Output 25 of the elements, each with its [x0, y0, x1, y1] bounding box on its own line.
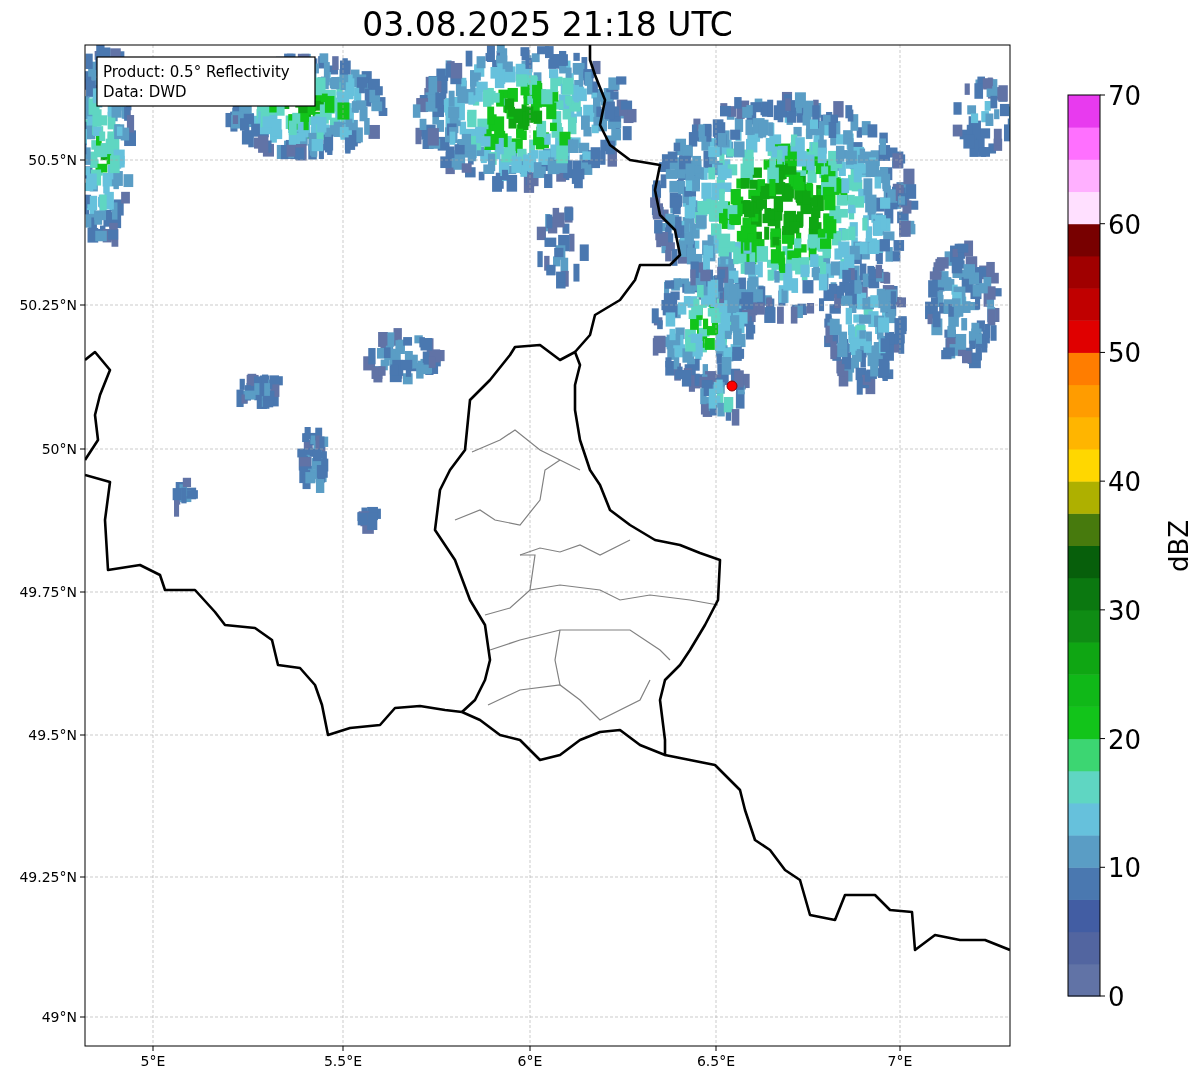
colorbar-tick-label: 20: [1108, 724, 1142, 755]
latitude-label: 49.75°N: [19, 584, 77, 600]
colorbar-tick-label: 40: [1108, 467, 1142, 498]
longitude-label: 6.5°E: [696, 1053, 736, 1069]
longitude-label: 6°E: [517, 1053, 543, 1069]
longitude-label: 5.5°E: [323, 1053, 363, 1069]
colorbar-tick-label: 10: [1108, 853, 1142, 884]
colorbar-tick-label: 50: [1108, 338, 1142, 369]
info-text: Data: DWD: [103, 83, 187, 101]
colorbar-title: dBZ: [1164, 519, 1194, 573]
colorbar-tick-label: 0: [1108, 982, 1125, 1012]
colorbar-tick-label: 30: [1108, 595, 1142, 626]
longitude-label: 5°E: [140, 1053, 166, 1069]
radar-site-marker: [726, 380, 738, 392]
latitude-label: 50.5°N: [28, 152, 77, 168]
chart-title: 03.08.2025 21:18 UTC: [362, 5, 733, 44]
latitude-label: 50.25°N: [19, 297, 77, 313]
colorbar-tick-label: 70: [1108, 81, 1142, 111]
info-text: Product: 0.5° Reflectivity: [103, 63, 290, 81]
colorbar-tick-label: 60: [1108, 209, 1142, 240]
latitude-label: 49.25°N: [19, 869, 77, 885]
latitude-label: 49.5°N: [28, 727, 77, 743]
latitude-label: 50°N: [41, 441, 77, 457]
longitude-label: 7°E: [887, 1053, 913, 1069]
latitude-label: 49°N: [41, 1009, 77, 1025]
